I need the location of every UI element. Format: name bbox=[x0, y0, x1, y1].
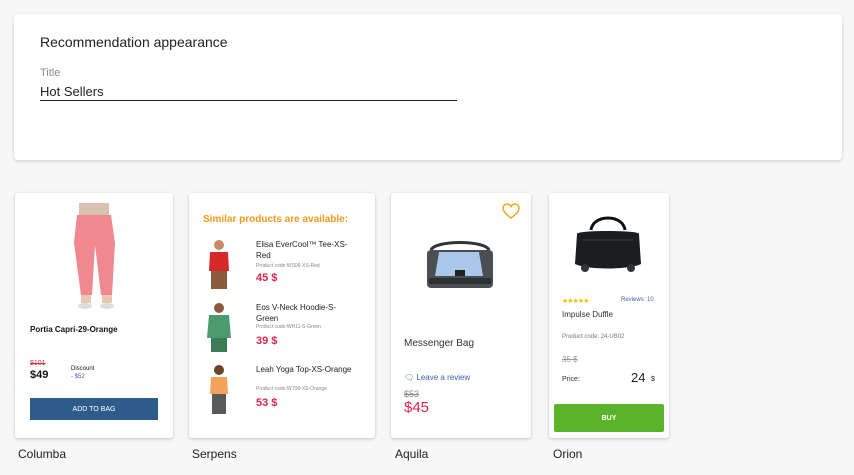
comment-icon: 🗨 bbox=[404, 373, 415, 382]
product-image bbox=[74, 203, 115, 309]
product-name[interactable]: Messenger Bag bbox=[404, 338, 474, 349]
price: 53 $ bbox=[256, 397, 278, 409]
price: $49 bbox=[30, 369, 49, 381]
template-card-orion[interactable]: ★★★★★ Reviews: 10 Impulse Duffle Product… bbox=[549, 193, 669, 438]
list-item[interactable]: Elisa EverCool™ Tee-XS-Red Product code:… bbox=[189, 239, 375, 299]
product-image bbox=[427, 241, 493, 288]
template-caption-aquila: Aquila bbox=[395, 447, 429, 461]
template-caption-serpens: Serpens bbox=[192, 447, 237, 461]
rating-stars: ★★★★★ bbox=[562, 298, 589, 305]
product-name[interactable]: Impulse Duffle bbox=[562, 310, 613, 319]
discount-value: - $52 bbox=[71, 374, 85, 380]
product-image bbox=[209, 240, 229, 289]
title-input[interactable] bbox=[40, 82, 457, 101]
template-card-serpens[interactable]: Similar products are available: Elisa Ev… bbox=[189, 193, 375, 438]
recommendation-appearance-panel: Recommendation appearance Title bbox=[14, 14, 842, 160]
discount-label: Discount bbox=[71, 366, 95, 372]
template-card-aquila[interactable]: Messenger Bag 🗨 Leave a review $53 $45 bbox=[391, 193, 531, 438]
product-code: Product code:WT08-XS-Orange bbox=[256, 386, 327, 392]
price: 45 $ bbox=[256, 272, 278, 284]
old-price: 35 $ bbox=[562, 355, 578, 364]
template-card-columba[interactable]: Portia Capri-29-Orange $101 $49 Discount… bbox=[15, 193, 173, 438]
product-name[interactable]: Leah Yoga Top-XS-Orange bbox=[256, 364, 356, 375]
product-name[interactable]: Elisa EverCool™ Tee-XS-Red bbox=[256, 239, 356, 261]
product-image bbox=[210, 365, 228, 414]
panel-title: Recommendation appearance bbox=[40, 34, 228, 50]
heart-icon[interactable] bbox=[502, 203, 520, 219]
product-name[interactable]: Eos V-Neck Hoodie-S-Green bbox=[256, 302, 356, 324]
template-caption-orion: Orion bbox=[553, 447, 583, 461]
list-item[interactable]: Leah Yoga Top-XS-Orange Product code:WT0… bbox=[189, 364, 375, 424]
product-image bbox=[207, 303, 231, 352]
product-code: Product code:WH11-S-Green bbox=[256, 324, 321, 330]
buy-button[interactable]: BUY bbox=[554, 404, 664, 432]
product-name[interactable]: Portia Capri-29-Orange bbox=[30, 325, 118, 334]
old-price: $53 bbox=[404, 389, 420, 399]
price: 39 $ bbox=[256, 335, 278, 347]
old-price: $101 bbox=[30, 360, 46, 367]
product-image bbox=[575, 216, 641, 272]
price: $45 bbox=[404, 399, 430, 416]
reviews-link[interactable]: Reviews: 10 bbox=[621, 297, 654, 303]
review-label: Leave a review bbox=[416, 373, 471, 382]
template-caption-columba: Columba bbox=[18, 447, 67, 461]
price-currency: $ bbox=[651, 376, 655, 383]
price: 24 bbox=[631, 370, 646, 385]
product-code: Product code: 24-UB02 bbox=[562, 334, 625, 340]
price-label: Price: bbox=[562, 376, 580, 383]
leave-review-link[interactable]: 🗨 Leave a review bbox=[404, 373, 470, 382]
add-to-bag-button[interactable]: ADD TO BAG bbox=[30, 398, 158, 420]
list-item[interactable]: Eos V-Neck Hoodie-S-Green Product code:W… bbox=[189, 302, 375, 362]
title-field-label: Title bbox=[40, 67, 61, 79]
product-code: Product code:WS06-XS-Red bbox=[256, 263, 320, 269]
serpens-heading: Similar products are available: bbox=[203, 214, 349, 225]
